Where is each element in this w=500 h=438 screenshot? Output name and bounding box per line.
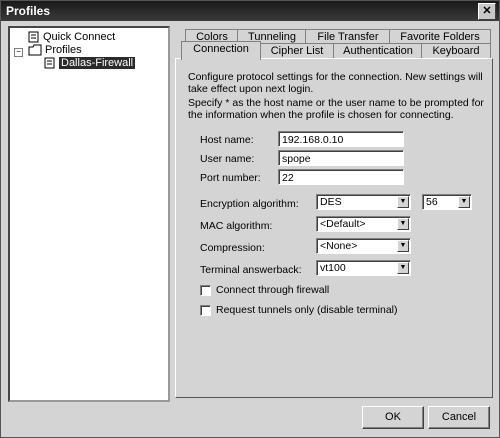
compression-value: <None> <box>320 240 358 252</box>
connection-panel: Configure protocol settings for the conn… <box>175 58 493 398</box>
terminal-answerback-value: vt100 <box>320 262 346 274</box>
ok-button[interactable]: OK <box>362 406 424 429</box>
mac-algorithm-label: MAC algorithm: <box>200 220 273 232</box>
mac-algorithm-value: <Default> <box>320 218 366 230</box>
compression-label: Compression: <box>200 242 265 254</box>
mac-algorithm-select[interactable]: <Default> ▼ <box>316 216 411 232</box>
encryption-algorithm-label: Encryption algorithm: <box>200 198 299 210</box>
profiles-dialog: Profiles ✕ Quick Connect − Profiles Dall… <box>0 0 500 438</box>
host-name-input[interactable]: 192.168.0.10 <box>278 131 404 147</box>
chevron-down-icon[interactable]: ▼ <box>397 240 409 252</box>
tree-item-dallas-firewall[interactable]: Dallas-Firewall <box>44 57 136 70</box>
user-name-input[interactable]: spope <box>278 150 404 166</box>
prompt-description: Specify * as the host name or the user n… <box>188 97 484 121</box>
tab-connection[interactable]: Connection <box>181 41 261 60</box>
tree-collapse-toggle[interactable]: − <box>14 48 23 57</box>
tab-keyboard[interactable]: Keyboard <box>421 43 491 59</box>
terminal-answerback-label: Terminal answerback: <box>200 264 302 276</box>
checkbox-label: Request tunnels only (disable terminal) <box>216 304 398 316</box>
key-length-select[interactable]: 56 ▼ <box>422 194 472 210</box>
chevron-down-icon[interactable]: ▼ <box>458 196 470 208</box>
terminal-answerback-select[interactable]: vt100 ▼ <box>316 260 411 276</box>
request-tunnels-only-checkbox[interactable]: Request tunnels only (disable terminal) <box>200 304 398 317</box>
profile-icon <box>28 31 39 43</box>
encryption-algorithm-value: DES <box>320 196 342 208</box>
connection-description: Configure protocol settings for the conn… <box>188 71 483 95</box>
key-length-value: 56 <box>426 196 438 208</box>
encryption-algorithm-select[interactable]: DES ▼ <box>316 194 411 210</box>
profile-tree[interactable]: Quick Connect − Profiles Dallas-Firewall <box>8 26 170 402</box>
connect-through-firewall-checkbox[interactable]: Connect through firewall <box>200 284 329 297</box>
user-name-label: User name: <box>200 153 255 165</box>
compression-select[interactable]: <None> ▼ <box>316 238 411 254</box>
checkbox-box[interactable] <box>200 284 211 296</box>
chevron-down-icon[interactable]: ▼ <box>397 196 409 208</box>
folder-icon <box>28 44 42 56</box>
tree-item-label: Profiles <box>45 44 82 56</box>
tree-item-label: Dallas-Firewall <box>59 57 136 69</box>
title-bar: Profiles ✕ <box>1 1 499 21</box>
window-title: Profiles <box>6 4 51 18</box>
tree-item-quick-connect[interactable]: Quick Connect <box>28 31 115 44</box>
port-number-label: Port number: <box>200 172 261 184</box>
settings-tabs: Colors Tunneling File Transfer Favorite … <box>175 26 493 398</box>
tab-cipher-list[interactable]: Cipher List <box>259 43 335 59</box>
chevron-down-icon[interactable]: ▼ <box>397 262 409 274</box>
profile-icon <box>44 57 55 69</box>
chevron-down-icon[interactable]: ▼ <box>397 218 409 230</box>
tab-authentication[interactable]: Authentication <box>333 43 423 59</box>
close-button[interactable]: ✕ <box>478 3 496 20</box>
tree-item-label: Quick Connect <box>43 31 116 43</box>
host-name-label: Host name: <box>200 134 254 146</box>
port-number-input[interactable]: 22 <box>278 169 404 185</box>
tree-item-profiles[interactable]: Profiles <box>28 44 82 57</box>
checkbox-box[interactable] <box>200 304 211 316</box>
checkbox-label: Connect through firewall <box>216 284 330 296</box>
cancel-button[interactable]: Cancel <box>428 406 490 429</box>
